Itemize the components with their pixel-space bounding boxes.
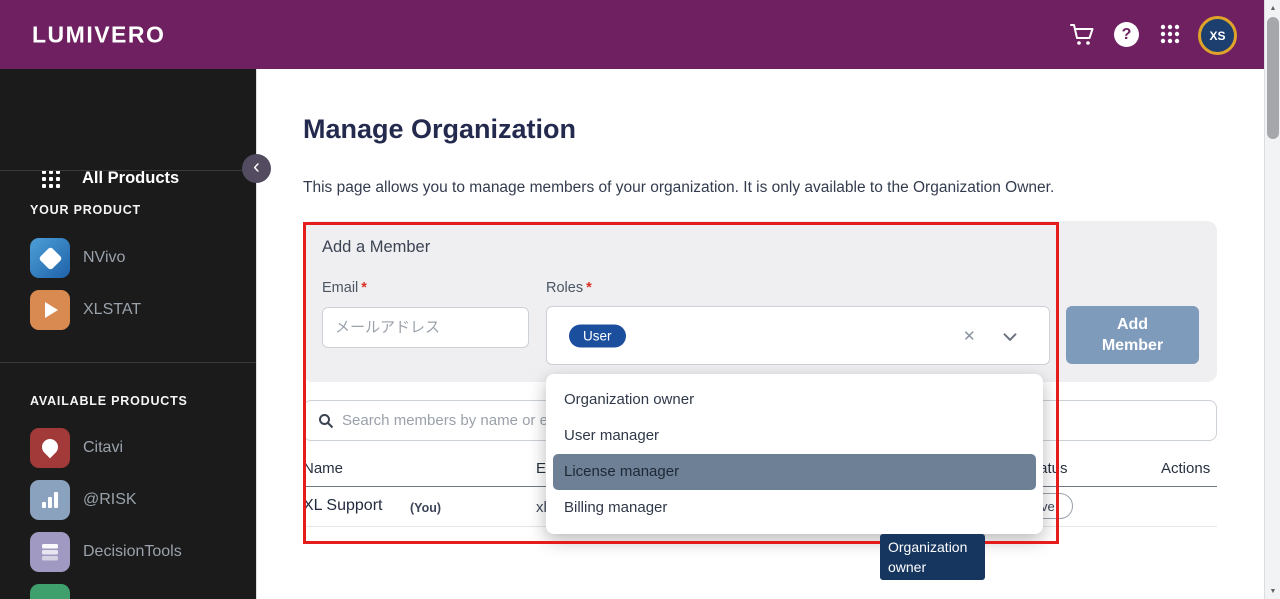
sidebar-item-atrisk[interactable]: @RISK [30, 480, 137, 520]
column-header-actions: Actions [1161, 460, 1210, 477]
page-scrollbar[interactable]: ▲ ▼ [1264, 0, 1280, 599]
app-launcher-icon[interactable] [1160, 24, 1180, 49]
selected-role-chip: User [569, 324, 626, 347]
sidebar-item-xlstat[interactable]: XLSTAT [30, 290, 141, 330]
member-name: XL Support [303, 497, 382, 515]
help-icon[interactable]: ? [1114, 22, 1139, 47]
sidebar: All Products YOUR PRODUCT NVivo XLSTAT A… [0, 69, 256, 599]
email-label-text: Email [322, 280, 358, 296]
column-header-name: Name [303, 460, 343, 477]
citavi-label: Citavi [83, 439, 123, 457]
sidebar-divider [0, 170, 256, 171]
lumivero-logo: LUMIVERO [32, 21, 165, 48]
sidebar-item-all-products[interactable]: All Products [42, 169, 179, 188]
all-products-label: All Products [82, 169, 179, 188]
chevron-down-icon[interactable] [1003, 328, 1017, 346]
xlstat-label: XLSTAT [83, 301, 141, 319]
avatar-initials: XS [1209, 29, 1225, 43]
your-product-section-label: YOUR PRODUCT [30, 203, 141, 217]
help-glyph: ? [1122, 26, 1132, 44]
clear-icon[interactable]: ✕ [963, 327, 976, 345]
sidebar-item-decisiontools[interactable]: DecisionTools [30, 532, 182, 572]
sidebar-divider [0, 362, 256, 363]
page: LUMIVERO ? XS [0, 0, 1280, 599]
search-icon [318, 413, 334, 429]
roles-multiselect[interactable]: User ✕ [546, 306, 1050, 365]
decisiontools-icon [30, 532, 70, 572]
roles-option-organization-owner[interactable]: Organization owner [546, 382, 1043, 418]
user-avatar[interactable]: XS [1198, 16, 1237, 55]
atrisk-label: @RISK [83, 491, 137, 509]
roles-dropdown: Organization owner User manager License … [546, 374, 1043, 534]
role-badge: Organization owner [880, 534, 985, 580]
xlstat-icon [30, 290, 70, 330]
email-field[interactable] [322, 307, 529, 348]
product-icon [30, 584, 70, 599]
roles-option-billing-manager[interactable]: Billing manager [546, 490, 1043, 526]
sidebar-content-divider [256, 69, 257, 599]
scrollbar-up-arrow[interactable]: ▲ [1265, 0, 1280, 16]
grid-icon [42, 170, 60, 188]
add-member-button[interactable]: Add Member [1066, 306, 1199, 364]
roles-label-text: Roles [546, 280, 583, 296]
page-description: This page allows you to manage members o… [303, 179, 1183, 197]
email-label: Email* [322, 280, 367, 296]
sidebar-item-nvivo[interactable]: NVivo [30, 238, 125, 278]
atrisk-icon [30, 480, 70, 520]
roles-option-license-manager[interactable]: License manager [553, 454, 1036, 490]
required-asterisk: * [361, 280, 367, 296]
page-title: Manage Organization [303, 114, 576, 145]
nvivo-icon [30, 238, 70, 278]
available-products-section-label: AVAILABLE PRODUCTS [30, 394, 188, 408]
cart-icon[interactable] [1069, 22, 1096, 52]
sidebar-collapse-button[interactable]: ‹ [242, 154, 271, 183]
citavi-icon [30, 428, 70, 468]
scrollbar-thumb[interactable] [1267, 17, 1279, 139]
chevron-left-icon: ‹ [253, 157, 260, 177]
decisiontools-label: DecisionTools [83, 543, 182, 561]
top-header: LUMIVERO ? XS [0, 0, 1264, 69]
required-asterisk: * [586, 280, 592, 296]
scrollbar-down-arrow[interactable]: ▼ [1265, 583, 1280, 599]
add-member-title: Add a Member [322, 238, 430, 257]
roles-option-user-manager[interactable]: User manager [546, 418, 1043, 454]
you-tag: (You) [410, 501, 441, 515]
sidebar-item-citavi[interactable]: Citavi [30, 428, 123, 468]
nvivo-label: NVivo [83, 249, 125, 267]
roles-label: Roles* [546, 280, 592, 296]
sidebar-item-partial[interactable] [30, 584, 70, 599]
